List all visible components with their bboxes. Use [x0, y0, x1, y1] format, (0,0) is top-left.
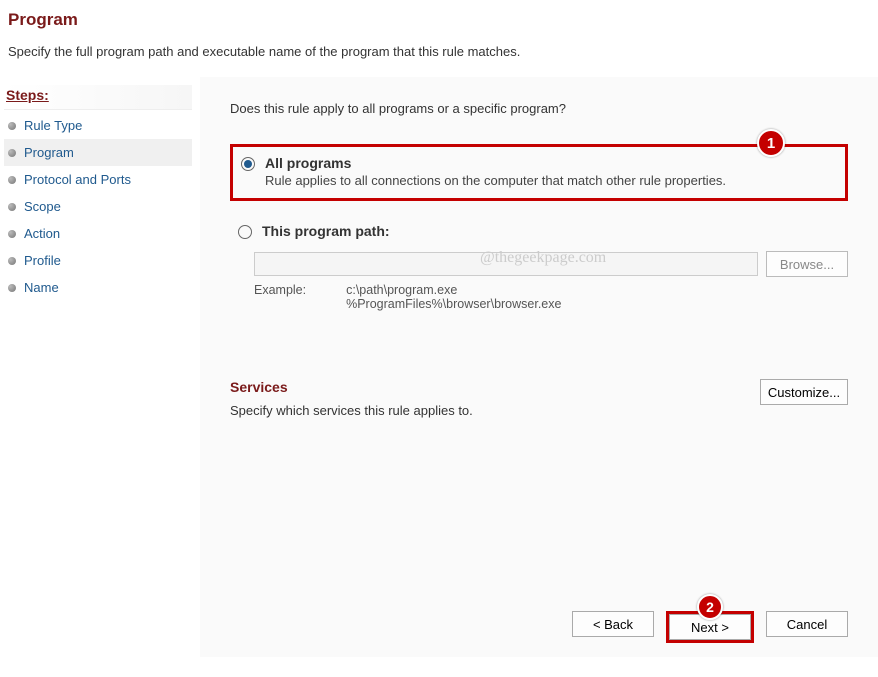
- wizard-footer: < Back 2 Next > Cancel: [230, 611, 848, 647]
- step-label: Scope: [24, 199, 61, 214]
- bullet-icon: [8, 284, 16, 292]
- step-label: Program: [24, 145, 74, 160]
- option-this-program-path: This program path: Browse... Example: c:…: [230, 219, 848, 311]
- step-label: Rule Type: [24, 118, 82, 133]
- option-title: This program path:: [262, 223, 840, 239]
- services-heading: Services: [230, 379, 473, 395]
- step-label: Profile: [24, 253, 61, 268]
- program-path-input[interactable]: [254, 252, 758, 276]
- step-action[interactable]: Action: [4, 220, 192, 247]
- annotation-badge-1: 1: [757, 129, 785, 157]
- example-value-2: %ProgramFiles%\browser\browser.exe: [346, 297, 561, 311]
- radio-this-program-path[interactable]: [238, 225, 252, 239]
- next-button-highlight: 2 Next >: [666, 611, 754, 643]
- rule-scope-question: Does this rule apply to all programs or …: [230, 101, 848, 116]
- bullet-icon: [8, 176, 16, 184]
- cancel-button[interactable]: Cancel: [766, 611, 848, 637]
- option-desc: Rule applies to all connections on the c…: [265, 173, 833, 188]
- step-rule-type[interactable]: Rule Type: [4, 112, 192, 139]
- bullet-icon: [8, 149, 16, 157]
- bullet-icon: [8, 122, 16, 130]
- bullet-icon: [8, 230, 16, 238]
- browse-button[interactable]: Browse...: [766, 251, 848, 277]
- step-protocol-ports[interactable]: Protocol and Ports: [4, 166, 192, 193]
- radio-all-programs[interactable]: [241, 157, 255, 171]
- example-label: Example:: [254, 283, 306, 311]
- annotation-badge-2: 2: [697, 594, 723, 620]
- option-all-programs[interactable]: 1 All programs Rule applies to all conne…: [230, 144, 848, 201]
- back-button[interactable]: < Back: [572, 611, 654, 637]
- option-title: All programs: [265, 155, 833, 171]
- step-name[interactable]: Name: [4, 274, 192, 301]
- services-desc: Specify which services this rule applies…: [230, 403, 473, 418]
- page-subtitle: Specify the full program path and execut…: [8, 44, 870, 59]
- option-path-row[interactable]: This program path:: [230, 219, 848, 243]
- main-panel: Does this rule apply to all programs or …: [200, 77, 878, 657]
- page-header: Program Specify the full program path an…: [0, 0, 878, 77]
- bullet-icon: [8, 257, 16, 265]
- step-label: Protocol and Ports: [24, 172, 131, 187]
- step-profile[interactable]: Profile: [4, 247, 192, 274]
- step-scope[interactable]: Scope: [4, 193, 192, 220]
- bullet-icon: [8, 203, 16, 211]
- page-title: Program: [8, 10, 870, 30]
- step-program[interactable]: Program: [4, 139, 192, 166]
- steps-heading: Steps:: [4, 85, 192, 110]
- example-value-1: c:\path\program.exe: [346, 283, 561, 297]
- step-label: Action: [24, 226, 60, 241]
- customize-button[interactable]: Customize...: [760, 379, 848, 405]
- steps-sidebar: Steps: Rule Type Program Protocol and Po…: [0, 77, 200, 657]
- step-label: Name: [24, 280, 59, 295]
